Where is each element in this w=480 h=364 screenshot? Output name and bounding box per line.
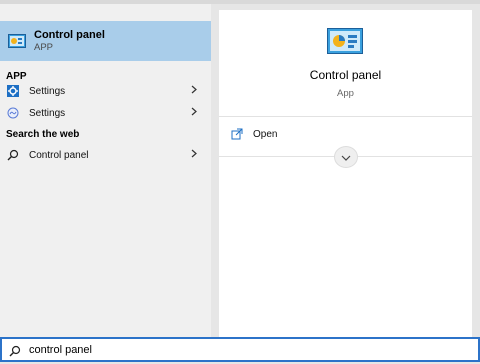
search-input[interactable]	[29, 343, 449, 356]
control-panel-icon	[327, 28, 363, 54]
results-panel: Control panel APP APP Settings Settings …	[0, 4, 211, 337]
chevron-right-icon[interactable]	[189, 85, 199, 97]
web-result-item[interactable]: Control panel	[0, 145, 211, 165]
preview-panel: Control panel App Open	[219, 10, 472, 337]
result-item-settings-2[interactable]: Settings	[0, 103, 211, 123]
result-item-settings[interactable]: Settings	[0, 81, 211, 101]
best-match-title: Control panel	[34, 28, 105, 41]
settings-circle-icon	[6, 106, 20, 120]
open-action[interactable]: Open	[231, 127, 277, 141]
search-icon	[9, 344, 21, 356]
result-label: Settings	[29, 107, 66, 119]
control-panel-icon	[8, 34, 26, 48]
preview-subtitle: App	[337, 88, 354, 99]
result-label: Settings	[29, 85, 66, 97]
best-match-subtitle: APP	[34, 41, 54, 53]
web-result-label: Control panel	[29, 149, 89, 161]
chevron-down-icon	[341, 148, 351, 166]
preview-title: Control panel	[309, 68, 382, 82]
chevron-right-icon[interactable]	[189, 149, 199, 161]
best-match-item[interactable]: Control panel APP	[0, 21, 211, 61]
settings-gear-icon	[6, 84, 20, 98]
open-label: Open	[253, 128, 278, 140]
section-header-web: Search the web	[6, 129, 80, 140]
chevron-right-icon[interactable]	[189, 107, 199, 119]
search-icon	[6, 148, 20, 162]
start-search-window: Control panel APP APP Settings Settings …	[0, 0, 480, 364]
divider	[219, 116, 472, 117]
open-icon	[231, 128, 243, 140]
expand-button[interactable]	[334, 146, 358, 168]
search-bar[interactable]	[0, 337, 480, 362]
